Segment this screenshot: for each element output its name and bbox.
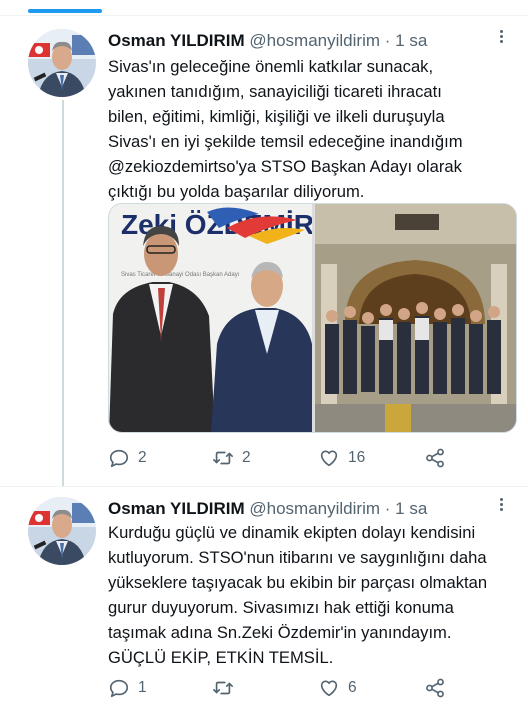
- timestamp[interactable]: 1 sa: [395, 499, 427, 518]
- tweet-text-line: @zekiozdemirtso'ya STSO Başkan Adayı ola…: [108, 157, 462, 176]
- tweet-text-line: bilen, eğitimi, kimliği, kişiliği ve ilk…: [108, 107, 445, 126]
- reply-count: 1: [138, 679, 147, 696]
- more-icon[interactable]: [492, 28, 510, 50]
- like-count: 6: [348, 679, 357, 696]
- tweet-text-line: Sivas'ın geleceğine önemli katkılar suna…: [108, 57, 434, 76]
- retweet-icon: [213, 681, 233, 695]
- retweet-count: 2: [242, 449, 251, 466]
- tweet-text-line: yakınen tanıdığım, sanayiciliği ticareti…: [108, 82, 442, 101]
- author-name[interactable]: Osman YILDIRIM: [108, 499, 245, 518]
- reply-icon: [109, 679, 129, 698]
- photo-caption: Sivas Ticaret ve Sanayi Odası Başkan Ada…: [121, 272, 240, 278]
- tweet-header: Osman YILDIRIM @hosmanyildirim · 1 sa: [108, 30, 498, 52]
- timestamp[interactable]: 1 sa: [395, 31, 427, 50]
- tweet-text: Sivas'ın geleceğine önemli katkılar suna…: [108, 54, 518, 204]
- reply-button[interactable]: 1: [108, 676, 147, 700]
- tweet-text-line: kutluyorum. STSO'nun itibarını ve saygın…: [108, 548, 487, 567]
- avatar[interactable]: [28, 29, 96, 97]
- tweet-actions: 2 2 16: [108, 446, 508, 470]
- tweet-text-line: yükseklere taşıyacak bu ekibin bir parça…: [108, 573, 488, 592]
- author-handle[interactable]: @hosmanyildirim: [249, 499, 380, 518]
- active-tab-indicator: [28, 9, 102, 13]
- like-icon: [320, 450, 338, 467]
- like-icon: [320, 680, 338, 697]
- share-icon: [426, 448, 444, 468]
- tweet-actions: 1 6: [108, 676, 508, 700]
- reply-button[interactable]: 2: [108, 446, 147, 470]
- tweet-text-line: Sivas'ı en iyi şekilde temsil edeceğine …: [108, 132, 463, 151]
- retweet-icon: [213, 451, 233, 465]
- share-icon: [426, 678, 444, 698]
- tweet-media[interactable]: Zeki ÖZDEMİR Sivas Ticaret ve Sanayi Oda…: [108, 203, 517, 433]
- reply-count: 2: [138, 449, 147, 466]
- author-handle[interactable]: @hosmanyildirim: [249, 31, 380, 50]
- photo-two-men[interactable]: Zeki ÖZDEMİR Sivas Ticaret ve Sanayi Oda…: [109, 204, 312, 432]
- like-button[interactable]: 16: [318, 446, 365, 470]
- tweet-text-line: taşımak adına Sn.Zeki Özdemir'in yanında…: [108, 623, 452, 642]
- author-name[interactable]: Osman YILDIRIM: [108, 31, 245, 50]
- tweet-text-line: çıktığı bu yolda başarılar diliyorum.: [108, 182, 365, 201]
- thread-line: [62, 100, 64, 486]
- tweet-text: Kurduğu güçlü ve dinamik ekipten dolayı …: [108, 520, 518, 670]
- like-button[interactable]: 6: [318, 676, 357, 700]
- photo-group[interactable]: [315, 204, 516, 432]
- avatar[interactable]: [28, 497, 96, 565]
- reply-icon: [109, 449, 129, 468]
- retweet-button[interactable]: [212, 676, 242, 700]
- share-button[interactable]: [424, 676, 446, 700]
- tweet-text-line: gurur duyuyorum. Sivasımızı hak ettiği k…: [108, 598, 454, 617]
- like-count: 16: [348, 449, 366, 466]
- tweet-text-line: GÜÇLÜ EKİP, ETKİN TEMSİL.: [108, 648, 334, 667]
- separator-dot: ·: [384, 499, 391, 518]
- separator-dot: ·: [384, 31, 391, 50]
- share-button[interactable]: [424, 446, 446, 470]
- tweet-divider: [0, 486, 528, 487]
- tweet-text-line: Kurduğu güçlü ve dinamik ekipten dolayı …: [108, 523, 476, 542]
- tweet[interactable]: Osman YILDIRIM @hosmanyildirim · 1 sa Ku…: [0, 486, 528, 715]
- more-icon[interactable]: [492, 496, 510, 518]
- tweet-header: Osman YILDIRIM @hosmanyildirim · 1 sa: [108, 498, 498, 520]
- retweet-button[interactable]: 2: [212, 446, 251, 470]
- tweet[interactable]: Osman YILDIRIM @hosmanyildirim · 1 sa Si…: [0, 16, 528, 486]
